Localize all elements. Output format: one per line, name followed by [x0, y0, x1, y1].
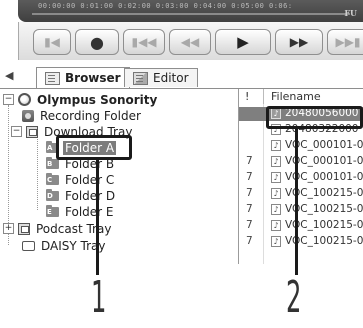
audio-file-icon: ♪ — [271, 156, 281, 167]
download-tray-icon — [26, 125, 38, 138]
file-row[interactable]: 7 ♪ VOC_000101-0 — [239, 171, 363, 185]
callout-line-2 — [295, 129, 298, 275]
tree-item-daisy-tray[interactable]: DAISY Tray — [22, 238, 108, 253]
tree-item-folder-c[interactable]: C Folder C — [46, 172, 116, 187]
skip-start-icon: ▮◀ — [44, 35, 60, 49]
goto-start-button[interactable]: ▮◀ — [33, 29, 71, 55]
tab-editor-label: Editor — [153, 71, 189, 85]
editor-icon — [133, 71, 148, 85]
folder-icon: B — [46, 156, 59, 169]
tree-item-label: Folder D — [65, 188, 116, 203]
tree-item-label: Recording Folder — [40, 108, 141, 123]
collapse-icon[interactable]: − — [11, 126, 22, 137]
audio-file-icon: ♪ — [271, 236, 281, 247]
play-button[interactable]: ▶ — [215, 29, 271, 55]
tree-item-folder-d[interactable]: D Folder D — [46, 188, 117, 203]
tree-item-recording-folder[interactable]: Recording Folder — [22, 108, 143, 123]
daisy-tray-icon — [22, 240, 35, 251]
file-row-flag: 7 — [246, 187, 253, 199]
recording-folder-icon — [22, 109, 34, 122]
callout-line-1 — [96, 160, 99, 275]
file-list-header: ! Filename — [239, 89, 363, 104]
file-row-flag: 7 — [246, 203, 253, 215]
audio-file-icon: ♪ — [271, 204, 281, 215]
column-separator[interactable] — [263, 89, 264, 104]
tab-scroll-left-icon[interactable]: ◀ — [5, 69, 13, 82]
timeline-ticks: 00:00:00 0:01:00 0:02:00 0:03:00 0:04:00… — [38, 2, 293, 10]
record-icon: ● — [90, 32, 104, 52]
previous-icon: ▮◀◀ — [131, 35, 157, 49]
column-header-filename[interactable]: Filename — [271, 90, 321, 103]
podcast-tray-icon — [18, 222, 30, 235]
callout-box-2 — [266, 106, 363, 129]
timeline-ruler[interactable]: 00:00:00 0:01:00 0:02:00 0:03:00 0:04:00… — [18, 0, 363, 22]
file-row[interactable]: 7 ♪ VOC_100215-0 — [239, 187, 363, 201]
audio-file-icon: ♪ — [271, 172, 281, 183]
file-row[interactable]: 7 ♪ VOC_000101-0 — [239, 155, 363, 169]
collapse-icon[interactable]: − — [3, 94, 14, 105]
callout-number-1: 1 — [91, 272, 107, 323]
folder-icon: C — [46, 172, 59, 185]
folder-icon: E — [46, 204, 59, 217]
tree-item-label: Olympus Sonority — [37, 92, 158, 107]
file-row[interactable]: ♪ VOC_000101-0 — [239, 139, 363, 153]
file-row[interactable]: 7 ♪ VOC_100215-0 — [239, 203, 363, 217]
audio-file-icon: ♪ — [271, 140, 281, 151]
file-row[interactable]: 7 ♪ VOC_100215-0 — [239, 235, 363, 249]
audio-file-icon: ♪ — [271, 188, 281, 199]
previous-button[interactable]: ▮◀◀ — [123, 29, 165, 55]
fast-forward-button[interactable]: ▶▶ — [275, 29, 323, 55]
audio-file-icon: ♪ — [271, 220, 281, 231]
browser-icon — [45, 71, 60, 85]
rewind-button[interactable]: ◀◀ — [169, 29, 211, 55]
file-row-flag: 7 — [246, 235, 253, 247]
timeline-track — [32, 13, 350, 15]
tree-item-olympus-sonority[interactable]: − Olympus Sonority — [3, 92, 159, 107]
tree-item-label: Folder E — [65, 204, 114, 219]
play-icon: ▶ — [237, 33, 249, 51]
tree-item-label: Folder C — [65, 172, 115, 187]
timeline-corner-label: FU — [344, 8, 357, 18]
callout-box-1 — [56, 135, 132, 160]
callout-number-2: 2 — [286, 272, 302, 323]
tree-item-label: Podcast Tray — [36, 221, 112, 236]
tab-editor[interactable]: Editor — [124, 68, 198, 87]
record-button[interactable]: ● — [75, 29, 119, 55]
folder-icon: D — [46, 188, 59, 201]
tab-browser[interactable]: Browser — [36, 67, 130, 88]
file-row-flag: 7 — [246, 155, 253, 167]
tree-item-folder-e[interactable]: E Folder E — [46, 204, 115, 219]
file-row-flag: 7 — [246, 171, 253, 183]
fast-forward-icon: ▶▶ — [289, 35, 309, 49]
rewind-icon: ◀◀ — [180, 35, 200, 49]
tab-browser-label: Browser — [65, 71, 121, 85]
transport-toolbar: ▮◀ ● ▮◀◀ ◀◀ ▶ ▶▶ ▶▶▮ — [18, 22, 363, 60]
expand-icon[interactable]: + — [3, 223, 14, 234]
folder-tree: − Olympus Sonority Recording Folder − Do… — [0, 89, 239, 264]
tab-strip: ◀ Browser Editor — [0, 66, 363, 89]
file-row-flag: 7 — [246, 219, 253, 231]
next-icon: ▶▶▮ — [335, 35, 361, 49]
sonority-root-icon — [18, 93, 31, 106]
next-button[interactable]: ▶▶▮ — [327, 29, 363, 55]
file-row[interactable]: 7 ♪ VOC_100215-0 — [239, 219, 363, 233]
column-header-flag[interactable]: ! — [245, 90, 249, 103]
tree-connector — [37, 127, 38, 210]
